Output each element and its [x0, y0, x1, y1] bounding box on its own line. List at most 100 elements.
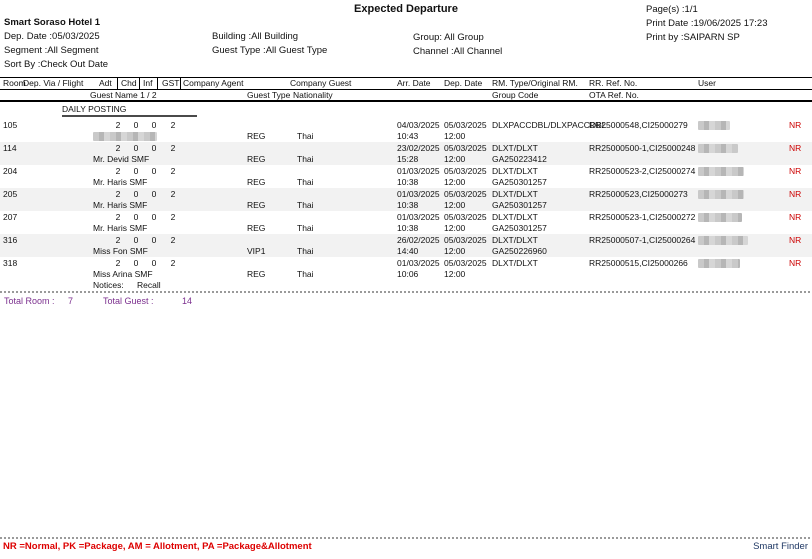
- user-redacted: [698, 190, 744, 199]
- arr-date: 23/02/2025: [397, 143, 440, 154]
- col-rm-type: RM. Type/Original RM.: [492, 78, 578, 89]
- gst-count: 2: [161, 166, 185, 177]
- filter-building: Building :All Building: [212, 31, 298, 42]
- dep-time: 12:00: [444, 246, 465, 257]
- total-guest-label: Total Guest :: [103, 296, 154, 306]
- col-user: User: [698, 78, 716, 89]
- user-redacted: [698, 259, 740, 268]
- guest-type: REG: [247, 154, 265, 165]
- guest-name: Miss Arina SMF: [93, 269, 153, 280]
- arr-date: 01/03/2025: [397, 258, 440, 269]
- rate-flag: NR: [789, 166, 801, 177]
- col-inf: Inf: [143, 78, 152, 89]
- rm-type: DLXT/DLXT: [492, 258, 538, 269]
- nationality: Thai: [297, 177, 314, 188]
- footer-separator: [0, 537, 810, 539]
- totals-separator: [0, 291, 810, 293]
- guest-type: VIP1: [247, 246, 265, 257]
- table-row: 204 2 0 0 2 Mr. Haris SMF REG Thai 01/03…: [0, 165, 812, 188]
- arr-time: 10:38: [397, 177, 418, 188]
- guest-type: REG: [247, 131, 265, 142]
- room-number: 316: [3, 235, 17, 246]
- col-ota-ref-no: OTA Ref. No.: [589, 90, 639, 101]
- col-chd: Chd: [121, 78, 137, 89]
- rate-flag: NR: [789, 212, 801, 223]
- section-title-daily-posting: DAILY POSTING: [62, 104, 126, 114]
- gst-count: 2: [161, 212, 185, 223]
- dep-time: 12:00: [444, 177, 465, 188]
- dep-date: 05/03/2025: [444, 143, 487, 154]
- col-dep-via-flight: Dep. Via / Flight: [23, 78, 83, 89]
- rm-type: DLXT/DLXT: [492, 189, 538, 200]
- gst-count: 2: [161, 235, 185, 246]
- arr-date: 26/02/2025: [397, 235, 440, 246]
- guest-name: Mr. Devid SMF: [93, 154, 149, 165]
- guest-type: REG: [247, 269, 265, 280]
- rr-ref-no: RR25000523-2,CI25000274: [589, 166, 695, 177]
- rm-type: DLXT/DLXT: [492, 143, 538, 154]
- rr-ref-no: RR25000515,CI25000266: [589, 258, 688, 269]
- arr-date: 01/03/2025: [397, 166, 440, 177]
- guest-name: Miss Fon SMF: [93, 246, 148, 257]
- total-guest-value: 14: [182, 296, 192, 306]
- rate-flag: NR: [789, 189, 801, 200]
- print-date-label: Print Date :19/06/2025 17:23: [646, 18, 767, 29]
- dep-time: 12:00: [444, 131, 465, 142]
- rm-type: DLXT/DLXT: [492, 212, 538, 223]
- col-company-guest: Company Guest: [290, 78, 351, 89]
- table-header-row-1: Room Dep. Via / Flight Adt Chd Inf GST C…: [0, 78, 812, 89]
- pages-label: Page(s) :1/1: [646, 4, 698, 15]
- rr-ref-no: RR25000548,CI25000279: [589, 120, 688, 131]
- dep-date: 05/03/2025: [444, 258, 487, 269]
- print-by-label: Print by :SAIPARN SP: [646, 32, 740, 43]
- table-header-row-2: Guest Name 1 / 2 Guest Type Nationality …: [0, 90, 812, 101]
- gst-count: 2: [161, 258, 185, 269]
- guest-name: Mr. Haris SMF: [93, 223, 147, 234]
- nationality: Thai: [297, 269, 314, 280]
- dep-time: 12:00: [444, 223, 465, 234]
- dep-time: 12:00: [444, 200, 465, 211]
- col-guest-type: Guest Type: [247, 90, 290, 101]
- arr-date: 04/03/2025: [397, 120, 440, 131]
- table-row: 318 2 0 0 2 Miss Arina SMF REG Thai 01/0…: [0, 257, 812, 291]
- room-number: 114: [3, 143, 17, 154]
- guest-type: REG: [247, 223, 265, 234]
- arr-time: 10:43: [397, 131, 418, 142]
- user-redacted: [698, 236, 748, 245]
- rate-flag: NR: [789, 120, 801, 131]
- total-room-label: Total Room :: [4, 296, 55, 306]
- user-redacted: [698, 144, 738, 153]
- guest-type: REG: [247, 200, 265, 211]
- arr-time: 15:28: [397, 154, 418, 165]
- room-number: 207: [3, 212, 17, 223]
- table-row: 105 2 0 0 2 REG Thai 04/03/2025 10:43 05…: [0, 119, 812, 142]
- dep-time: 12:00: [444, 269, 465, 280]
- arr-time: 10:38: [397, 200, 418, 211]
- filter-guest-type: Guest Type :All Guest Type: [212, 45, 327, 56]
- guest-type: REG: [247, 177, 265, 188]
- filter-group: Group: All Group: [413, 32, 484, 43]
- table-row: 207 2 0 0 2 Mr. Haris SMF REG Thai 01/03…: [0, 211, 812, 234]
- table-row: 316 2 0 0 2 Miss Fon SMF VIP1 Thai 26/02…: [0, 234, 812, 257]
- dep-date: 05/03/2025: [444, 166, 487, 177]
- group-code: GA250301257: [492, 223, 547, 234]
- guest-name-redacted: [93, 132, 157, 141]
- room-number: 318: [3, 258, 17, 269]
- nationality: Thai: [297, 200, 314, 211]
- expected-departure-report: Expected Departure Smart Soraso Hotel 1 …: [0, 0, 812, 559]
- col-dep-date: Dep. Date: [444, 78, 482, 89]
- col-nationality: Nationality: [293, 90, 333, 101]
- filter-dep-date: Dep. Date :05/03/2025: [4, 31, 100, 42]
- group-code: GA250301257: [492, 177, 547, 188]
- user-redacted: [698, 121, 730, 130]
- col-company-agent: Company Agent: [183, 78, 243, 89]
- gst-count: 2: [161, 120, 185, 131]
- col-arr-date: Arr. Date: [397, 78, 431, 89]
- arr-time: 10:06: [397, 269, 418, 280]
- brand-smart-finder: Smart Finder: [753, 541, 808, 552]
- gst-count: 2: [161, 143, 185, 154]
- dep-date: 05/03/2025: [444, 120, 487, 131]
- col-adt: Adt: [99, 78, 112, 89]
- col-guest-name: Guest Name 1 / 2: [90, 90, 157, 101]
- dep-date: 05/03/2025: [444, 212, 487, 223]
